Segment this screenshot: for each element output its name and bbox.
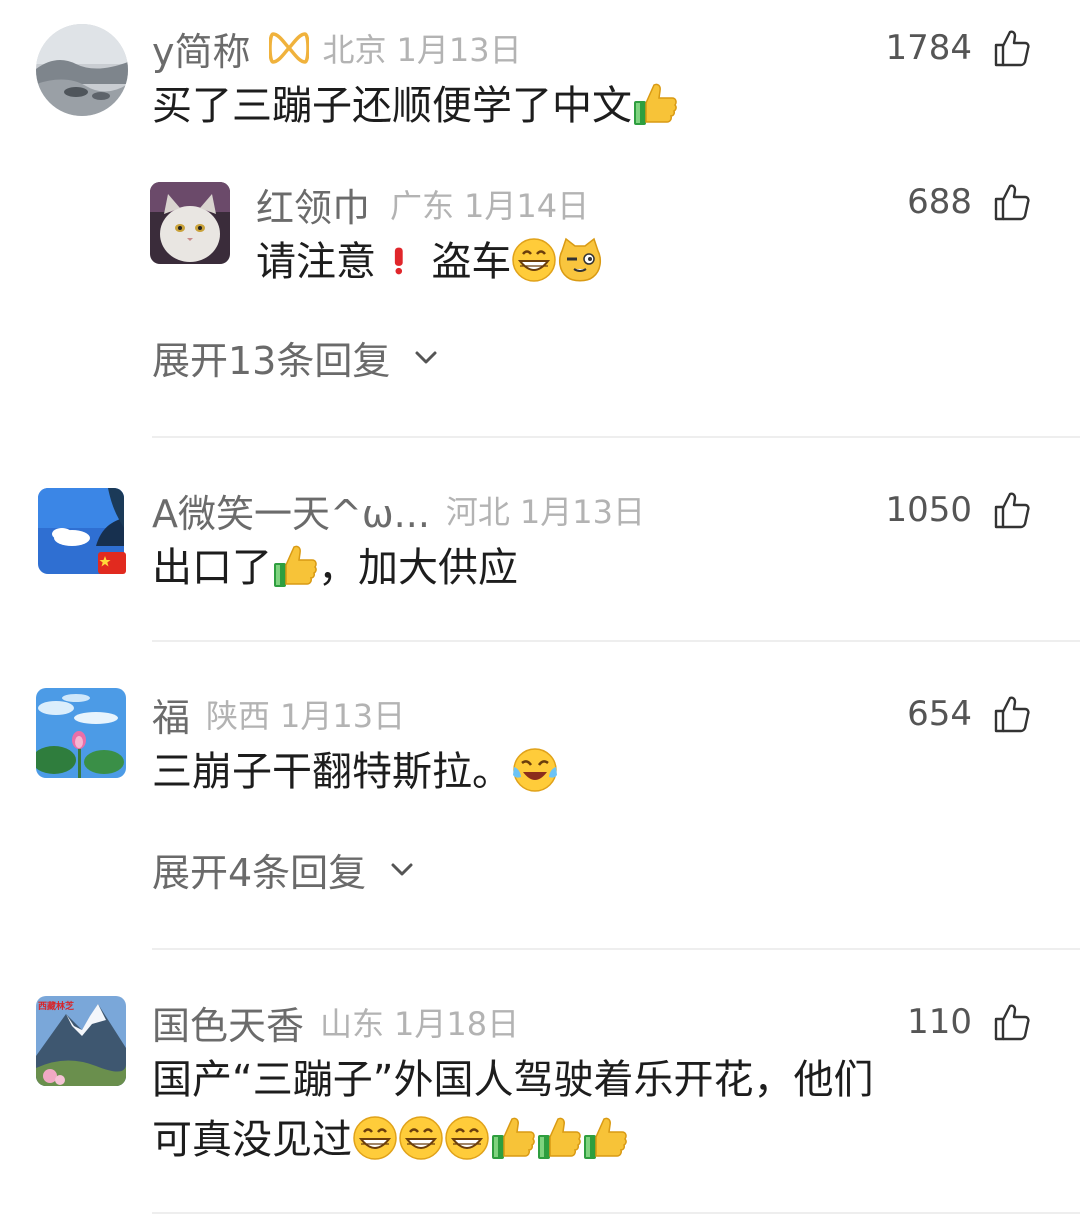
- date: 1月13日: [280, 697, 406, 735]
- like-button[interactable]: 688: [907, 176, 1030, 228]
- region: 北京: [322, 31, 387, 69]
- comment-text: 国产“三蹦子”外国人驾驶着乐开花，他们 可真没见过: [152, 1057, 874, 1163]
- thumbs-up-emoji-icon: [632, 81, 678, 127]
- thumbs-up-icon: [994, 183, 1030, 221]
- grin-emoji-icon: [398, 1115, 444, 1161]
- grin-emoji-icon: [444, 1115, 490, 1161]
- like-count: 688: [907, 182, 972, 222]
- thumbs-up-emoji-icon: [536, 1115, 582, 1161]
- divider: [152, 948, 1080, 950]
- like-button[interactable]: 1050: [885, 484, 1030, 536]
- comment-meta: y简称 北京 1月13日: [152, 22, 522, 74]
- divider: [152, 640, 1080, 642]
- expand-replies-button[interactable]: 展开13条回复: [152, 330, 438, 385]
- reply-meta: 红领巾 广东 1月14日: [256, 178, 589, 230]
- date: 1月13日: [396, 31, 522, 69]
- thumbs-up-icon: [994, 695, 1030, 733]
- avatar[interactable]: [36, 688, 126, 778]
- region: 山东: [320, 1005, 385, 1043]
- region: 河北: [445, 493, 510, 531]
- thumbs-up-icon: [994, 491, 1030, 529]
- like-button[interactable]: 654: [907, 688, 1030, 740]
- date: 1月14日: [464, 187, 590, 225]
- grin-emoji-icon: [352, 1115, 398, 1161]
- divider: [152, 436, 1080, 438]
- comment-text: 出口了 ，加大供应: [152, 543, 518, 591]
- like-button[interactable]: 1784: [885, 22, 1030, 74]
- red-exclamation-icon: [394, 247, 403, 275]
- comment-meta: 国色天香 山东 1月18日: [152, 996, 519, 1048]
- region: 陕西: [206, 697, 271, 735]
- comment-meta: 福 陕西 1月13日: [152, 688, 405, 740]
- date: 1月13日: [519, 493, 646, 531]
- chevron-down-icon: [414, 349, 438, 367]
- username[interactable]: 国色天香: [152, 995, 304, 1050]
- avatar[interactable]: [36, 24, 128, 116]
- username[interactable]: y简称: [152, 21, 251, 76]
- username[interactable]: A微笑一天^ω...: [152, 483, 430, 538]
- thumbs-up-emoji-icon: [490, 1115, 536, 1161]
- avatar[interactable]: 西藏林芝: [36, 996, 126, 1086]
- thumbs-up-icon: [994, 1003, 1030, 1041]
- like-count: 1784: [885, 28, 972, 68]
- like-count: 110: [907, 1002, 972, 1042]
- like-button[interactable]: 110: [907, 996, 1030, 1048]
- china-flag-badge: [98, 552, 126, 574]
- expand-replies-button[interactable]: 展开4条回复: [152, 842, 414, 897]
- username[interactable]: 红领巾: [256, 177, 370, 232]
- avatar-caption: 西藏林芝: [38, 1002, 75, 1012]
- like-count: 1050: [885, 490, 972, 530]
- date: 1月18日: [394, 1005, 520, 1043]
- like-count: 654: [907, 694, 972, 734]
- thumbs-up-emoji-icon: [272, 543, 318, 589]
- grin-emoji-icon: [511, 237, 557, 283]
- chevron-down-icon: [390, 861, 414, 879]
- region: 广东: [390, 187, 455, 225]
- cat-emoji-icon: [557, 237, 603, 283]
- reply-avatar[interactable]: [150, 182, 230, 264]
- comment-meta: A微笑一天^ω... 河北 1月13日: [152, 484, 645, 536]
- comment-text: 三崩子干翻特斯拉。: [152, 742, 558, 802]
- username[interactable]: 福: [152, 687, 190, 742]
- thumbs-up-emoji-icon: [582, 1115, 628, 1161]
- laugh-tears-emoji-icon: [512, 747, 558, 793]
- thumbs-up-icon: [994, 29, 1030, 67]
- divider: [152, 1212, 1080, 1214]
- vip-badge-icon: [268, 32, 309, 64]
- comment-text: 买了三蹦子还顺便学了中文: [152, 76, 678, 136]
- reply-text: 请注意 盗车: [256, 232, 603, 292]
